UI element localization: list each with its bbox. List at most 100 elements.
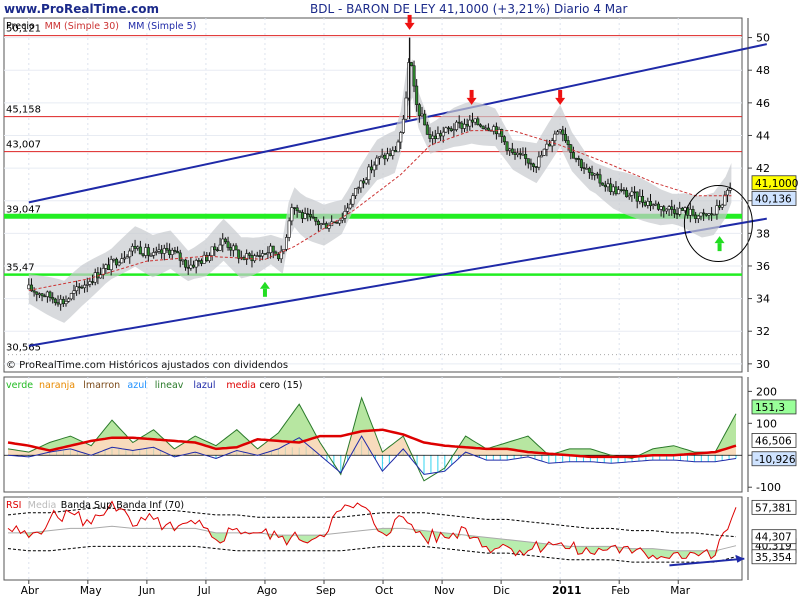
price-candle — [582, 167, 586, 170]
price-candle — [88, 281, 92, 285]
price-candle — [415, 85, 419, 105]
price-candle — [606, 183, 610, 188]
price-candle — [611, 186, 615, 193]
price-candle — [69, 293, 73, 300]
price-candle — [122, 257, 126, 260]
price-candle — [263, 253, 267, 255]
price-candle — [672, 209, 676, 214]
price-candle — [404, 97, 408, 120]
price-candle — [295, 207, 299, 212]
rsi-frame — [3, 496, 743, 581]
price-candle — [356, 187, 360, 190]
price-candle — [441, 131, 445, 137]
price-candle — [91, 281, 95, 283]
price-candle — [385, 153, 389, 160]
price-candle — [181, 259, 185, 262]
price-candle — [444, 127, 448, 133]
price-candle — [699, 212, 703, 217]
price-candle — [388, 153, 392, 156]
price-candle — [149, 255, 153, 257]
price-level-label: 39,047 — [6, 204, 41, 215]
price-candle — [43, 295, 47, 298]
price-candle — [383, 154, 387, 160]
macd-last-value-label: 46,506 — [755, 435, 792, 447]
price-candle — [598, 174, 602, 184]
price-candle — [186, 266, 190, 269]
price-candle — [513, 152, 517, 155]
price-candle — [420, 113, 424, 117]
price-candle — [662, 206, 666, 212]
price-candle — [508, 148, 512, 151]
price-y-tick-label: 50 — [756, 32, 770, 45]
price-candle — [558, 129, 562, 133]
price-legend-item: MM (Simple 5) — [128, 21, 196, 32]
price-candle — [431, 135, 435, 139]
price-candle — [303, 213, 307, 219]
price-candle — [510, 148, 514, 153]
price-candle — [178, 252, 182, 261]
price-candle — [457, 121, 461, 124]
price-candle — [184, 259, 188, 268]
price-candle — [37, 293, 41, 296]
rsi-last-value-label: 44,307 — [755, 532, 792, 544]
price-candle — [675, 213, 679, 215]
price-candle — [141, 253, 145, 256]
price-candle — [285, 237, 289, 250]
price-candle — [234, 245, 238, 251]
up-arrow-icon — [717, 243, 722, 252]
price-candle — [643, 201, 647, 206]
price-candle — [144, 247, 148, 256]
price-candle — [593, 173, 597, 176]
price-candle — [316, 220, 320, 226]
price-candle — [595, 173, 599, 176]
x-axis-label: Sep — [316, 585, 336, 597]
price-candle — [354, 188, 358, 197]
price-candle — [694, 214, 698, 219]
price-legend-item: MM (Simple 30) — [45, 21, 119, 32]
price-candle — [67, 298, 71, 302]
price-candle — [678, 207, 682, 215]
price-candle — [51, 297, 55, 300]
price-candle — [314, 217, 318, 222]
price-candle — [476, 118, 480, 126]
rsi-last-value-label: 57,381 — [755, 502, 792, 514]
price-candle — [710, 213, 714, 216]
price-candle — [423, 113, 427, 126]
price-candle — [229, 247, 233, 251]
price-candle — [502, 136, 506, 143]
price-candle — [627, 195, 631, 198]
price-candle — [648, 200, 652, 207]
price-candle — [125, 256, 129, 259]
price-candle — [375, 157, 379, 166]
price-candle — [609, 183, 613, 193]
price-candle — [635, 191, 639, 202]
price-candle — [194, 260, 198, 268]
price-candle — [401, 118, 405, 133]
price-candle — [136, 246, 140, 249]
price-candle — [577, 158, 581, 160]
price-candle — [359, 180, 363, 189]
price-candle — [322, 223, 326, 225]
macd-y-tick-label: 200 — [756, 385, 777, 398]
chart-title: BDL - BARON DE LEY 41,1000 (+3,21%) Diar… — [310, 2, 627, 16]
price-y-tick-label: 30 — [756, 358, 770, 371]
price-candle — [497, 129, 501, 135]
x-axis-label: Oct — [375, 585, 393, 597]
price-candle — [324, 223, 328, 229]
price-candle — [306, 213, 310, 216]
price-y-tick-label: 44 — [756, 129, 770, 142]
price-candle — [553, 133, 557, 141]
price-candle — [231, 245, 235, 251]
price-candle — [128, 250, 132, 258]
price-candle — [48, 291, 52, 298]
x-axis-label: Ago — [257, 585, 277, 597]
price-candle — [269, 245, 273, 253]
price-candle — [428, 134, 432, 139]
price-candle — [550, 140, 554, 147]
price-candle — [433, 135, 437, 140]
price-candle — [622, 189, 626, 192]
price-candle — [641, 196, 645, 203]
price-candle — [173, 249, 177, 252]
price-candle — [524, 153, 528, 159]
price-candle — [221, 238, 225, 246]
